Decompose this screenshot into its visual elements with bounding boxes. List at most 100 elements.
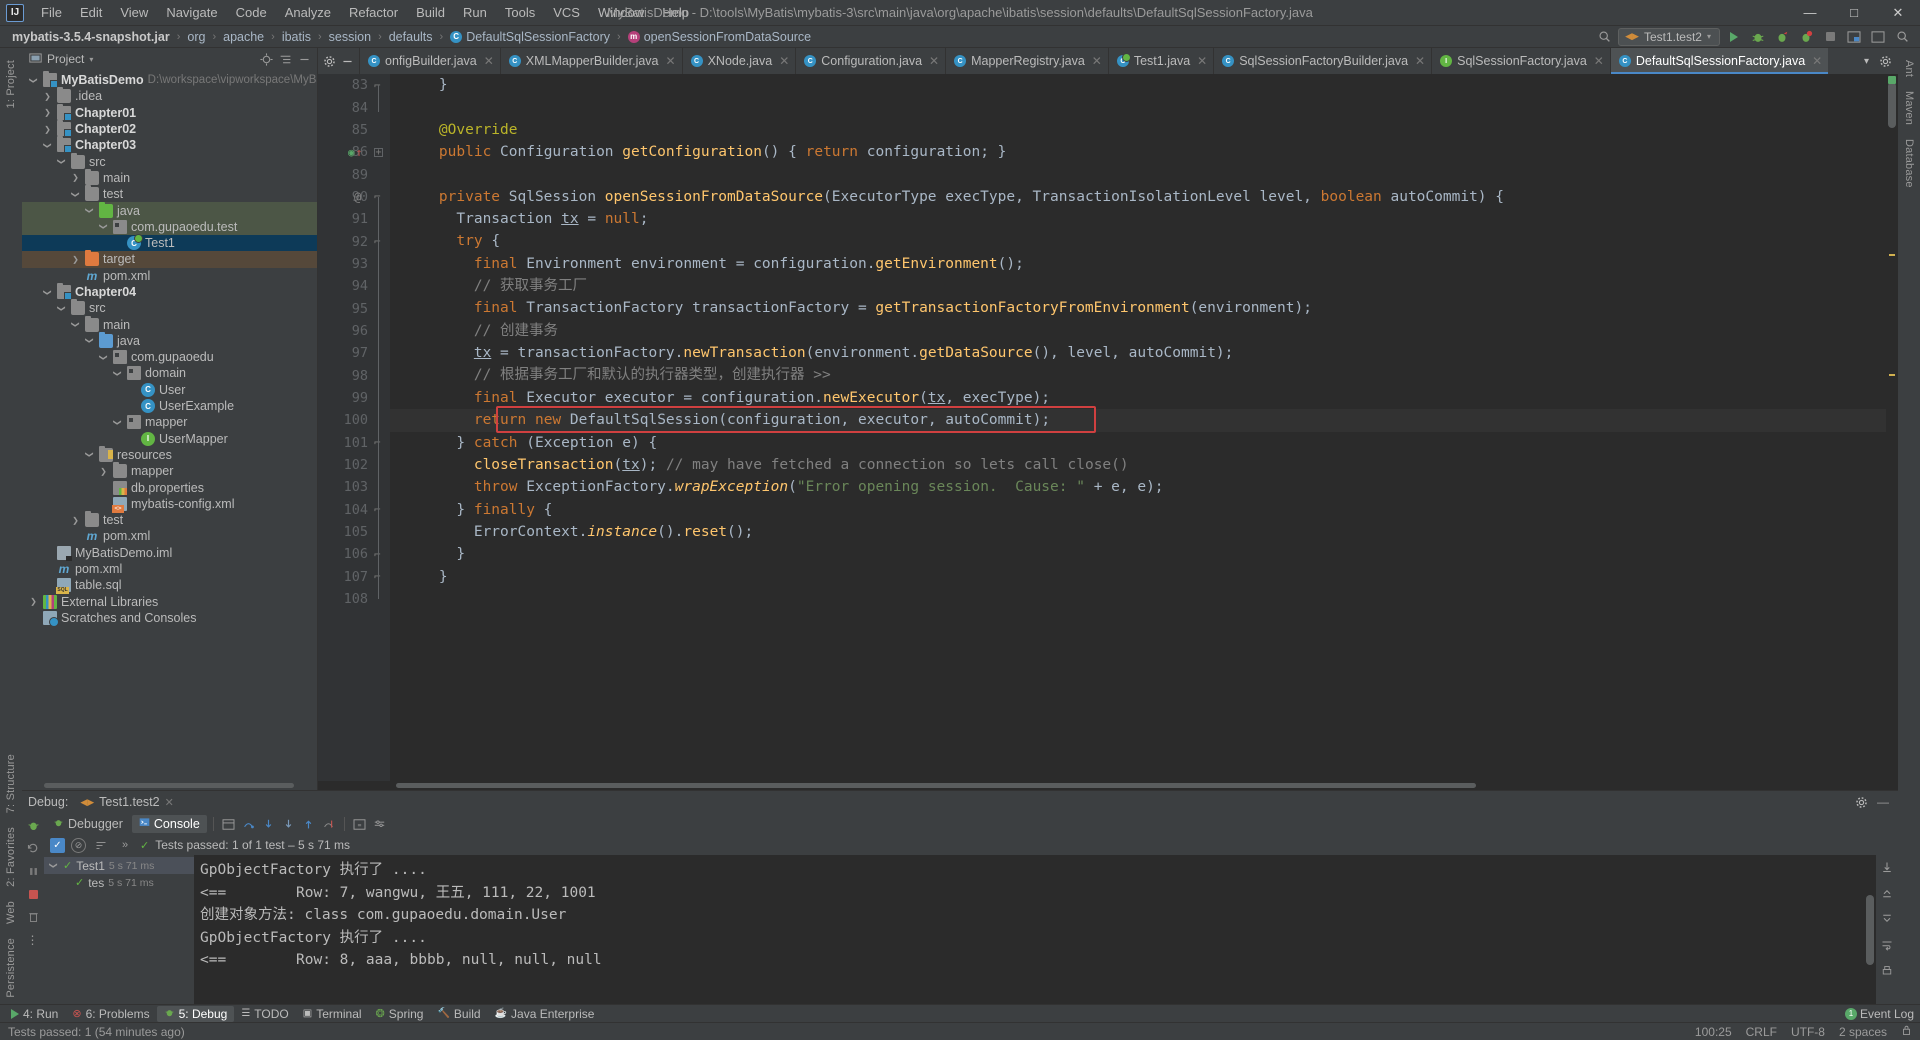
evaluate-icon[interactable]: = <box>351 815 369 833</box>
annotation-marker-icon[interactable]: @ <box>354 190 361 204</box>
chevron-down-icon[interactable]: ❯ <box>84 206 95 215</box>
chevron-right-icon[interactable]: ❯ <box>70 173 81 182</box>
tree-node[interactable]: mybatis-config.xml <box>22 496 317 513</box>
trash-icon[interactable] <box>25 909 41 925</box>
search-icon[interactable] <box>1892 28 1912 46</box>
menu-build[interactable]: Build <box>407 2 454 23</box>
chevron-right-icon[interactable]: ❯ <box>28 597 39 606</box>
editor-tab[interactable]: C MapperRegistry.java ✕ <box>945 48 1108 74</box>
chevron-right-icon[interactable]: ❯ <box>42 92 53 101</box>
code-line[interactable]: } <box>404 74 1886 96</box>
editor-hide-icon[interactable] <box>339 53 356 70</box>
chevron-down-icon[interactable]: ❯ <box>56 157 67 166</box>
chevron-down-icon[interactable]: ❯ <box>56 304 67 313</box>
gutter-line[interactable]: 84 <box>318 96 390 118</box>
coverage-icon[interactable] <box>1772 28 1792 46</box>
sidebar-tab-project[interactable]: 1: Project <box>2 54 20 114</box>
menu-help[interactable]: Help <box>653 2 698 23</box>
gutter-line[interactable]: ⌐83 <box>318 74 390 96</box>
editor-tab[interactable]: C SqlSessionFactoryBuilder.java ✕ <box>1213 48 1431 74</box>
editor-body[interactable]: ⌐838485◉↑+8689@⌐9091⌐9293949596979899100… <box>318 74 1898 781</box>
caret-position[interactable]: 100:25 <box>1695 1025 1732 1039</box>
gutter-line[interactable]: 108 <box>318 588 390 610</box>
breadcrumb-apache[interactable]: apache <box>219 29 268 45</box>
gutter-line[interactable]: ⌐106 <box>318 543 390 565</box>
sidebar-tab-database[interactable]: Database <box>1900 133 1918 194</box>
settings-icon[interactable] <box>1877 53 1894 70</box>
tree-node[interactable]: ❯ src <box>22 152 317 169</box>
editor-tab[interactable]: I SqlSessionFactory.java ✕ <box>1431 48 1610 74</box>
menu-view[interactable]: View <box>111 2 157 23</box>
event-log-entry[interactable]: 1 Event Log <box>1844 1007 1914 1021</box>
gutter-line[interactable]: ◉ ↑ +86 <box>318 141 390 163</box>
tab-debugger[interactable]: Debugger <box>46 815 130 833</box>
tree-node[interactable]: ❯ java <box>22 201 317 219</box>
more-icon[interactable]: ⋮ <box>25 932 41 948</box>
toolwindow-debug[interactable]: 5: Debug <box>156 1005 235 1022</box>
close-icon[interactable]: ✕ <box>666 54 676 68</box>
breadcrumb-ibatis[interactable]: ibatis <box>278 29 315 45</box>
tree-node[interactable]: ❯ Chapter01 <box>22 103 317 121</box>
chevron-down-icon[interactable]: ▾ <box>1858 53 1875 70</box>
chevron-right-icon[interactable]: ❯ <box>42 125 53 134</box>
scrollbar-thumb[interactable] <box>396 783 1476 788</box>
code-line[interactable]: ErrorContext.instance().reset(); <box>404 521 1886 543</box>
breadcrumb-method[interactable]: m openSessionFromDataSource <box>624 29 815 45</box>
code-line[interactable] <box>404 96 1886 118</box>
suppress-icon[interactable]: ⊘ <box>71 837 86 853</box>
code-line[interactable]: @Override <box>404 119 1886 141</box>
indent-setting[interactable]: 2 spaces <box>1839 1025 1887 1039</box>
code-line[interactable]: } catch (Exception e) { <box>404 432 1886 454</box>
menu-vcs[interactable]: VCS <box>544 2 589 23</box>
console-output[interactable]: GpObjectFactory 执行了 .... <== Row: 7, wang… <box>194 855 1864 1004</box>
expand-icon[interactable]: » <box>116 836 134 854</box>
step-over-icon[interactable] <box>240 815 258 833</box>
menu-code[interactable]: Code <box>227 2 276 23</box>
step-out-icon[interactable] <box>300 815 318 833</box>
chevron-down-icon[interactable]: ❯ <box>70 320 81 329</box>
close-icon[interactable]: ✕ <box>1197 54 1207 68</box>
breadcrumb-org[interactable]: org <box>183 29 209 45</box>
settings-icon[interactable] <box>1852 793 1870 811</box>
menu-window[interactable]: Window <box>589 2 653 23</box>
code-line[interactable]: final TransactionFactory transactionFact… <box>404 297 1886 319</box>
gutter-line[interactable]: ⌐92 <box>318 230 390 252</box>
gutter-line[interactable]: 96 <box>318 320 390 342</box>
gutter-line[interactable]: 85 <box>318 119 390 141</box>
close-icon[interactable]: ✕ <box>1812 54 1822 68</box>
gutter-line[interactable]: 105 <box>318 521 390 543</box>
toolwindow-spring[interactable]: ❂ Spring <box>369 1006 431 1022</box>
gutter-line[interactable]: ⌐101 <box>318 432 390 454</box>
layout-icon[interactable] <box>1844 28 1864 46</box>
editor-tab[interactable]: C Test1.java ✕ <box>1107 48 1213 74</box>
code-line[interactable]: closeTransaction(tx); // may have fetche… <box>404 454 1886 476</box>
tree-node[interactable]: db.properties <box>22 479 317 495</box>
chevron-down-icon[interactable]: ❯ <box>112 418 123 427</box>
tree-node[interactable]: ❯ Chapter04 <box>22 283 317 300</box>
gutter-line[interactable]: ⌐104 <box>318 499 390 521</box>
scrollbar-thumb[interactable] <box>44 783 294 788</box>
code-line[interactable]: // 创建事务 <box>404 320 1886 342</box>
sidebar-tab-persistence[interactable]: Persistence <box>2 932 20 1004</box>
settings-icon[interactable] <box>371 815 389 833</box>
menu-edit[interactable]: Edit <box>71 2 111 23</box>
menu-run[interactable]: Run <box>454 2 496 23</box>
tree-node[interactable]: ❯ domain <box>22 365 317 381</box>
code-area[interactable]: } @Override public Configuration getConf… <box>390 74 1886 781</box>
close-icon[interactable]: ✕ <box>165 796 174 809</box>
tree-node[interactable]: m pom.xml <box>22 268 317 284</box>
warning-marker[interactable] <box>1889 254 1895 256</box>
tree-node[interactable]: ❯ main <box>22 168 317 186</box>
hide-icon[interactable] <box>296 51 313 68</box>
tree-node[interactable]: ❯ resources <box>22 445 317 463</box>
chevron-down-icon[interactable]: ❯ <box>84 336 95 345</box>
inspection-status-icon[interactable] <box>1888 76 1896 84</box>
scroll-up-icon[interactable] <box>1879 885 1895 901</box>
editor-gutter[interactable]: ⌐838485◉↑+8689@⌐9091⌐9293949596979899100… <box>318 74 390 781</box>
editor-tab[interactable]: C Configuration.java ✕ <box>795 48 945 74</box>
editor-tab[interactable]: C XMLMapperBuilder.java ✕ <box>499 48 682 74</box>
project-title-dropdown[interactable]: Project ▾ <box>26 51 96 68</box>
close-icon[interactable]: ✕ <box>929 54 939 68</box>
rerun-icon[interactable] <box>25 817 41 833</box>
scroll-to-end-icon[interactable] <box>1879 859 1895 875</box>
